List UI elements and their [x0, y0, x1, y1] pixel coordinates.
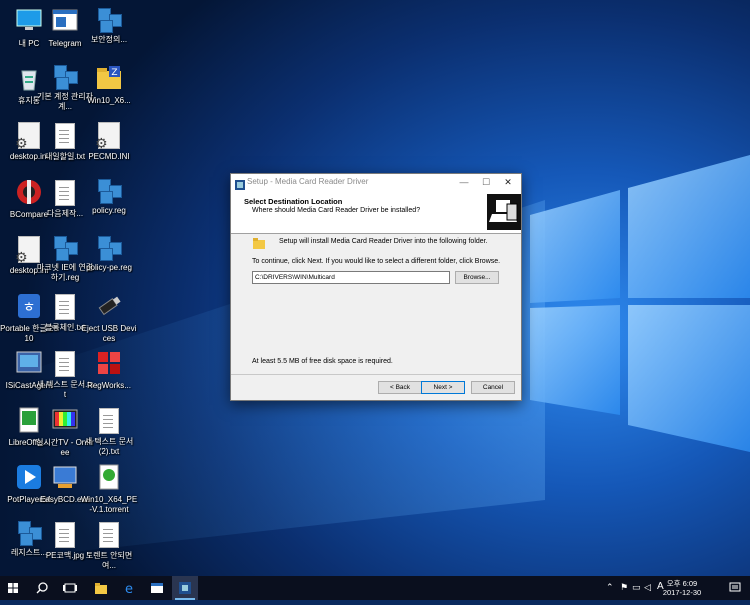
system-tray: ⌃ ⚑ ▭ ◁ A 오후 6:09 2017-12-30 — [600, 576, 750, 600]
setup-app-icon — [179, 582, 191, 594]
desktop-icon-eject-usb[interactable]: Eject USB Devices — [80, 291, 138, 344]
desktop-icon-policy-pe-reg[interactable]: policy-pe.reg — [80, 234, 138, 273]
destination-path-input[interactable]: C:\DRIVERS\WIN\Multicard — [252, 271, 450, 284]
desktop-icon-label: Eject USB Devices — [81, 324, 137, 343]
volume-icon[interactable]: ◁ — [644, 582, 651, 593]
dialog-title: Setup - Media Card Reader Driver — [247, 177, 369, 186]
browse-button[interactable]: Browse... — [455, 271, 499, 284]
install-intro-text: Setup will install Media Card Reader Dri… — [279, 238, 488, 245]
desktop-icon-new-txt-2[interactable]: 새 텍스트 문서 (2).txt — [80, 405, 138, 457]
svg-text:Z: Z — [111, 68, 117, 78]
telegram-window-icon — [151, 583, 163, 593]
folder-icon — [253, 236, 265, 249]
tv-icon — [50, 405, 80, 435]
install-instruction-text: To continue, click Next. If you would li… — [252, 258, 501, 265]
notification-center-icon[interactable] — [729, 581, 741, 593]
network-icon[interactable]: ▭ — [632, 582, 641, 593]
back-button[interactable]: < Back — [378, 381, 422, 394]
usb-icon — [94, 291, 124, 321]
wizard-header: Select Destination Location Where should… — [231, 191, 521, 234]
torrent-icon — [94, 462, 124, 492]
desktop-icon-label: policy-pe.reg — [86, 263, 132, 272]
registry-icon — [96, 177, 122, 204]
registry-icon — [96, 234, 122, 261]
image-file-icon — [55, 522, 75, 548]
disk-space-text: At least 5.5 MB of free disk space is re… — [252, 358, 393, 365]
desktop-icon-label: Win10_X6... — [87, 96, 131, 105]
windows-logo-pane-bl — [530, 305, 620, 415]
search-button[interactable] — [32, 576, 52, 600]
desktop-icon-label: RegWorks... — [87, 381, 131, 390]
minimize-button[interactable]: — — [453, 174, 475, 191]
desktop-icon-security[interactable]: 보안정의... — [80, 6, 138, 45]
svg-text:ㅎ: ㅎ — [23, 300, 36, 316]
easybcd-icon — [50, 462, 80, 492]
dialog-titlebar[interactable]: Setup - Media Card Reader Driver — ☐ ✕ — [231, 174, 521, 191]
taskbar-edge[interactable]: e — [116, 576, 142, 600]
setup-dialog: Setup - Media Card Reader Driver — ☐ ✕ S… — [230, 173, 522, 401]
desktop-icon-label: 새 텍스트 문서 (2).txt — [84, 437, 134, 456]
start-button[interactable] — [0, 576, 26, 600]
desktop-icon-label: 토렌트 안되면 여... — [85, 551, 133, 570]
maximize-button[interactable]: ☐ — [475, 174, 497, 191]
task-view-button[interactable] — [58, 576, 82, 600]
regworks-icon — [94, 348, 124, 378]
svg-text:e: e — [125, 582, 133, 594]
task-view-icon — [63, 583, 77, 593]
taskbar-telegram[interactable] — [144, 576, 170, 600]
taskbar-setup[interactable] — [172, 576, 198, 600]
registry-icon — [52, 234, 78, 261]
text-file-icon — [55, 123, 75, 149]
desktop-icon-pecmd-ini[interactable]: PECMD.INI — [80, 120, 138, 162]
action-center-flag-icon[interactable]: ⚑ — [620, 582, 628, 593]
text-file-icon — [55, 180, 75, 206]
wizard-step-subtitle: Where should Media Card Reader Driver be… — [252, 207, 421, 214]
desktop-icon-win10-zip[interactable]: Z Win10_X6... — [80, 63, 138, 106]
desktop-icon-label: 보안정의... — [90, 35, 128, 44]
desktop-icon-label: Win10_X64_PE-V.1.torrent — [80, 495, 138, 514]
edge-icon: e — [125, 582, 133, 594]
file-explorer-icon — [95, 583, 107, 594]
text-file-icon — [55, 351, 75, 377]
cancel-button[interactable]: Cancel — [471, 381, 515, 394]
next-button[interactable]: Next > — [421, 381, 465, 394]
show-hidden-icons-chevron-icon[interactable]: ⌃ — [606, 582, 614, 593]
desktop-icon-torrent[interactable]: Win10_X64_PE-V.1.torrent — [80, 462, 138, 515]
text-file-icon — [99, 522, 119, 548]
close-button[interactable]: ✕ — [497, 174, 519, 191]
registry-icon — [52, 63, 78, 90]
text-file-icon — [55, 294, 75, 320]
taskbar: e ⌃ ⚑ ▭ ◁ A 오후 6:09 2017-12-30 — [0, 576, 750, 600]
app-window-icon — [50, 6, 80, 36]
desktop-icon-policy-reg[interactable]: policy.reg — [80, 177, 138, 216]
clock-date[interactable]: 2017-12-30 — [652, 588, 712, 597]
windows-start-icon — [8, 583, 18, 593]
desktop-icon-label: policy.reg — [92, 206, 126, 215]
taskbar-file-explorer[interactable] — [88, 576, 114, 600]
wizard-step-title: Select Destination Location — [244, 197, 343, 206]
desktop-icon-regworks[interactable]: RegWorks... — [80, 348, 138, 391]
zip-folder-icon: Z — [94, 63, 124, 93]
settings-file-icon — [95, 122, 120, 152]
registry-icon — [96, 6, 122, 33]
text-file-icon — [99, 408, 119, 434]
setup-app-icon — [235, 177, 245, 190]
footer-divider — [231, 374, 521, 375]
desktop-icon-label: PECMD.INI — [88, 152, 130, 161]
installer-computer-icon — [487, 194, 521, 230]
desktop-icon-torrent-help-txt[interactable]: 토렌트 안되면 여... — [80, 519, 138, 571]
search-icon — [36, 582, 48, 594]
